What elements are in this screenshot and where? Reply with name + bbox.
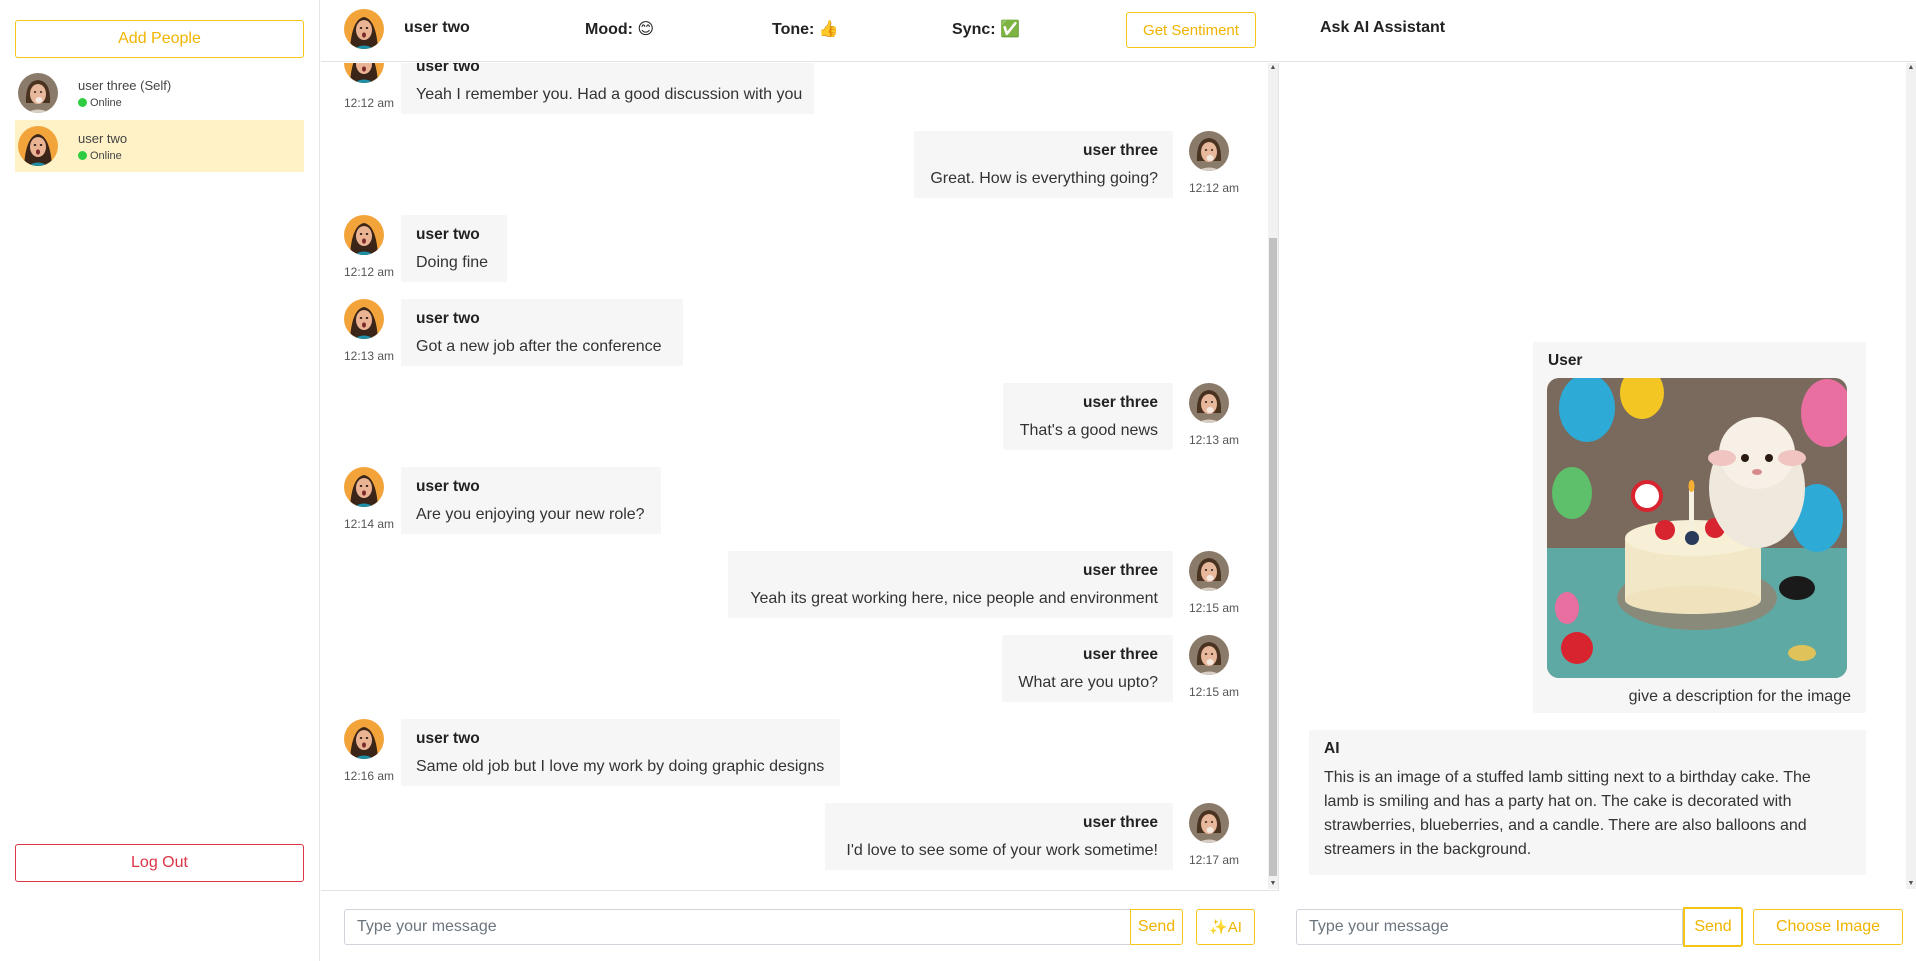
scroll-down-arrow-icon[interactable]: ▼: [1907, 879, 1915, 889]
get-sentiment-button[interactable]: Get Sentiment: [1126, 12, 1256, 48]
divider: [321, 890, 1279, 891]
message-sender: user two: [416, 730, 480, 747]
avatar: [18, 126, 58, 166]
ai-response-text: This is an image of a stuffed lamb sitti…: [1324, 769, 1811, 858]
chat-scrollbar[interactable]: ▲ ▼: [1268, 63, 1278, 889]
sidebar: Add People user three (Self) Online user…: [0, 0, 320, 961]
birthday-cake-lamb-image: [1547, 378, 1847, 678]
avatar: [344, 215, 384, 255]
user-message-bubble: User give a description for the image: [1533, 342, 1866, 713]
message-sender: user three: [1083, 394, 1158, 411]
ai-assistant-title: Ask AI Assistant: [1320, 19, 1446, 36]
contact-user-three-self[interactable]: user three (Self) Online: [15, 67, 304, 119]
contact-name: user three (Self): [78, 77, 172, 93]
message-text: Great. How is everything going?: [930, 170, 1158, 187]
choose-image-button[interactable]: Choose Image: [1753, 909, 1903, 945]
online-status-dot: [78, 151, 87, 160]
scroll-up-arrow-icon[interactable]: ▲: [1269, 63, 1277, 73]
avatar: [344, 9, 384, 49]
ai-assistant-panel: User give a description for the image AI…: [1280, 63, 1906, 890]
avatar: [344, 467, 384, 507]
sync-indicator: Sync: ✅: [952, 21, 1020, 38]
message-text: Yeah I remember you. Had a good discussi…: [416, 86, 803, 103]
message-bubble: user two Doing fine: [401, 215, 507, 282]
status-label: Online: [90, 96, 122, 109]
message-sender: AI: [1324, 740, 1340, 757]
add-people-button[interactable]: Add People: [15, 20, 304, 58]
message-bubble: user three I'd love to see some of your …: [825, 803, 1173, 870]
message-bubble: user three That's a good news: [1003, 383, 1173, 450]
chat-header: user two Mood: 😊 Tone: 👍 Sync: ✅ Get Sen…: [321, 0, 1916, 62]
chat-partner-name: user two: [404, 19, 470, 36]
message-bubble: user three What are you upto?: [1002, 635, 1173, 702]
message-text: Are you enjoying your new role?: [416, 506, 645, 523]
send-button[interactable]: Send: [1130, 909, 1183, 945]
avatar: [1189, 803, 1229, 843]
ai-send-button[interactable]: Send: [1683, 907, 1743, 947]
contact-name: user two: [78, 130, 128, 146]
logout-button[interactable]: Log Out: [15, 844, 304, 882]
message-bubble: user three Great. How is everything goin…: [914, 131, 1173, 198]
message-sender: user two: [416, 63, 480, 75]
avatar: [18, 73, 58, 113]
message-bubble: user two Yeah I remember you. Had a good…: [401, 63, 814, 114]
message-text: Got a new job after the conference: [416, 338, 662, 355]
message-time: 12:15 am: [1189, 685, 1240, 699]
message-sender: User: [1548, 352, 1583, 369]
tone-indicator: Tone: 👍: [772, 21, 839, 38]
chat-messages: 12:12 am user two Yeah I remember you. H…: [321, 63, 1279, 890]
ai-response-bubble: AI This is an image of a stuffed lamb si…: [1309, 730, 1866, 875]
message-sender: user two: [416, 310, 480, 327]
avatar: [344, 63, 384, 83]
contact-status: Online: [78, 150, 127, 162]
message-input[interactable]: [344, 909, 1131, 945]
message-bubble: user three Yeah its great working here, …: [728, 551, 1173, 618]
chat-scroll-thumb[interactable]: [1269, 238, 1277, 876]
avatar: [344, 719, 384, 759]
scroll-down-arrow-icon[interactable]: ▼: [1269, 879, 1277, 889]
message-sender: user three: [1083, 142, 1158, 159]
avatar: [1189, 635, 1229, 675]
message-sender: user three: [1083, 562, 1158, 579]
message-text: That's a good news: [1019, 422, 1158, 439]
online-status-dot: [78, 98, 87, 107]
message-sender: user three: [1083, 814, 1158, 831]
message-text: What are you upto?: [1018, 674, 1158, 691]
message-text: Same old job but I love my work by doing…: [416, 758, 825, 775]
message-time: 12:14 am: [344, 517, 395, 531]
message-time: 12:17 am: [1189, 853, 1240, 867]
ai-panel-scrollbar[interactable]: ▲ ▼: [1906, 63, 1916, 889]
message-text: I'd love to see some of your work someti…: [846, 842, 1158, 859]
message-bubble: user two Got a new job after the confere…: [401, 299, 683, 366]
message-time: 12:12 am: [1189, 181, 1240, 195]
ai-suggest-button[interactable]: ✨AI: [1196, 909, 1255, 945]
message-bubble: user two Are you enjoying your new role?: [401, 467, 661, 534]
status-label: Online: [90, 149, 122, 162]
message-sender: user two: [416, 478, 480, 495]
message-time: 12:13 am: [344, 349, 395, 363]
message-time: 12:15 am: [1189, 601, 1240, 615]
user-prompt-text: give a description for the image: [1628, 688, 1851, 705]
message-text: Yeah its great working here, nice people…: [750, 590, 1158, 607]
scroll-up-arrow-icon[interactable]: ▲: [1907, 63, 1915, 73]
contact-user-two[interactable]: user two Online: [15, 120, 304, 172]
mood-indicator: Mood: 😊: [585, 21, 655, 38]
avatar: [1189, 131, 1229, 171]
contact-status: Online: [78, 97, 171, 109]
message-time: 12:12 am: [344, 96, 395, 110]
message-time: 12:16 am: [344, 769, 395, 783]
avatar: [344, 299, 384, 339]
ai-message-input[interactable]: [1296, 909, 1683, 945]
message-time: 12:13 am: [1189, 433, 1240, 447]
message-bubble: user two Same old job but I love my work…: [401, 719, 840, 786]
message-text: Doing fine: [416, 254, 489, 271]
message-sender: user two: [416, 226, 480, 243]
avatar: [1189, 551, 1229, 591]
avatar: [1189, 383, 1229, 423]
message-sender: user three: [1083, 646, 1158, 663]
message-time: 12:12 am: [344, 265, 395, 279]
